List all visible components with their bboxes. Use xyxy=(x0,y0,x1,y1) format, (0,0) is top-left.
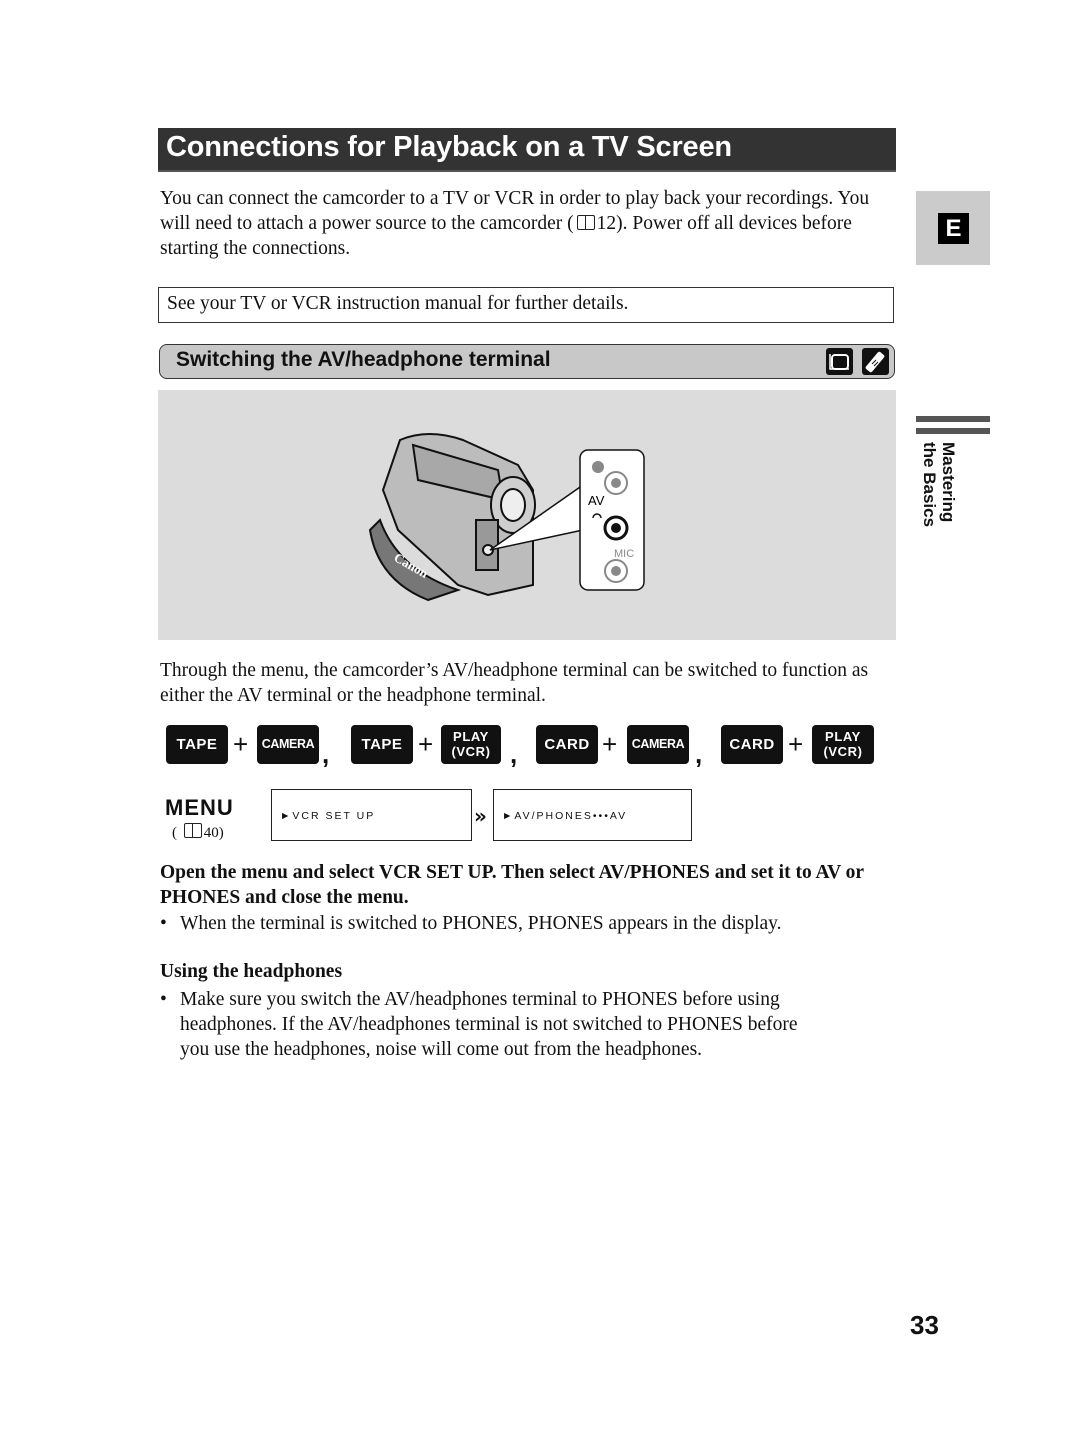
tape-key: TAPE xyxy=(351,725,413,764)
camcorder-illustration: Canon AV MIC xyxy=(158,390,896,640)
bullet-item: • When the terminal is switched to PHONES… xyxy=(160,913,782,934)
bullet-item: • Make sure you switch the AV/headphones… xyxy=(160,989,798,1060)
remote-control-icon xyxy=(862,348,889,375)
comma: , xyxy=(510,739,518,769)
card-key: CARD xyxy=(721,725,783,764)
body-paragraph: Through the menu, the camcorder’s AV/hea… xyxy=(160,660,869,706)
page-title-bar: Connections for Playback on a TV Screen xyxy=(158,128,896,172)
mode-combinations: TAPE + CAMERA , TAPE + PLAY (VCR) , CARD … xyxy=(166,725,886,769)
card-key: CARD xyxy=(536,725,598,764)
chapter-side-label: Mastering the Basics xyxy=(920,442,958,528)
av-jack-label: AV xyxy=(588,493,605,508)
camera-key: CAMERA xyxy=(627,725,689,764)
mic-jack-label: MIC xyxy=(614,548,634,560)
section-header: Switching the AV/headphone terminal xyxy=(159,344,895,379)
play-vcr-key: PLAY (VCR) xyxy=(812,725,874,764)
subheading: Using the headphones xyxy=(160,961,343,982)
menu-label: MENU xyxy=(165,795,234,820)
camera-mode-icon xyxy=(826,348,853,375)
section-title: Switching the AV/headphone terminal xyxy=(176,348,551,371)
page-title: Connections for Playback on a TV Screen xyxy=(166,131,732,163)
tape-key: TAPE xyxy=(166,725,228,764)
camera-key: CAMERA xyxy=(257,725,319,764)
divider xyxy=(916,416,990,422)
next-arrow-icon: » xyxy=(474,804,487,828)
note-box: See your TV or VCR instruction manual fo… xyxy=(158,287,894,323)
plus-sign: + xyxy=(788,729,804,759)
menu-screen-av-phones: ►AV/PHONES•••AV xyxy=(493,789,692,841)
book-reference-icon xyxy=(183,823,202,838)
comma: , xyxy=(695,739,703,769)
play-vcr-key: PLAY (VCR) xyxy=(441,725,501,764)
plus-sign: + xyxy=(233,729,249,759)
camcorder-body: Canon xyxy=(368,433,536,602)
lanc-jack-icon xyxy=(592,461,604,473)
menu-screen-vcr-setup: ►VCR SET UP xyxy=(271,789,472,841)
divider xyxy=(916,428,990,434)
plus-sign: + xyxy=(418,729,434,759)
menu-page-ref: ( 40) xyxy=(172,823,224,841)
book-reference-icon xyxy=(576,215,595,230)
plus-sign: + xyxy=(602,729,618,759)
comma: , xyxy=(322,739,330,769)
page-number: 33 xyxy=(910,1310,939,1340)
intro-paragraph: You can connect the camcorder to a TV or… xyxy=(160,188,870,259)
section-tab-bars xyxy=(916,416,990,440)
language-tab: E xyxy=(916,191,990,265)
instruction-step: Open the menu and select VCR SET UP. The… xyxy=(160,862,864,908)
